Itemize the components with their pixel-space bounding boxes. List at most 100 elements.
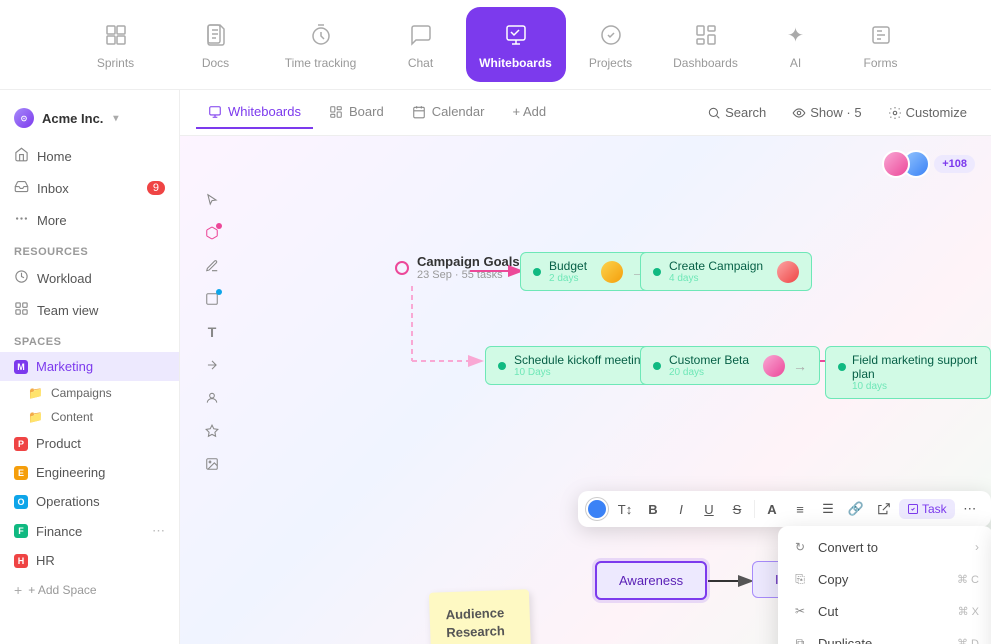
shape-tool[interactable] [198, 219, 226, 247]
sidebar-item-engineering[interactable]: E Engineering [0, 458, 179, 487]
select-tool[interactable] [198, 186, 226, 214]
square-tool[interactable] [198, 285, 226, 313]
ai-icon: ✦ [780, 19, 812, 51]
workspace-selector[interactable]: ⊙ Acme Inc. ▾ [0, 102, 179, 140]
campaign-goals-title: Campaign Goals [417, 254, 520, 269]
more-label: More [37, 213, 67, 228]
home-label: Home [37, 149, 72, 164]
tab-add[interactable]: + Add [500, 96, 558, 129]
nav-label-whiteboards: Whiteboards [479, 56, 552, 70]
sidebar-item-marketing[interactable]: M Marketing [0, 352, 179, 381]
text-tool[interactable]: T [198, 318, 226, 346]
ctx-duplicate[interactable]: ⧉ Duplicate ⌘ D [778, 627, 991, 644]
show-icon [792, 106, 806, 120]
customer-beta-sub: 20 days [669, 367, 749, 378]
customer-beta-node[interactable]: Customer Beta 20 days → [640, 346, 820, 385]
tab-board[interactable]: Board [317, 96, 396, 129]
folder-icon-2: 📁 [28, 410, 43, 424]
create-campaign-node[interactable]: Create Campaign 4 days [640, 252, 812, 291]
home-icon [14, 147, 29, 165]
customize-btn[interactable]: Customize [880, 101, 975, 124]
nav-item-ai[interactable]: ✦ AI [756, 11, 836, 78]
sidebar-item-product[interactable]: P Product [0, 429, 179, 458]
nav-item-projects[interactable]: Projects [566, 11, 656, 78]
nav-item-whiteboards[interactable]: Whiteboards [466, 7, 566, 82]
bold-btn[interactable]: B [640, 496, 666, 522]
more-icon [14, 211, 29, 229]
nav-item-time-tracking[interactable]: Time tracking [266, 11, 376, 78]
embed-btn[interactable] [871, 496, 897, 522]
ctx-convert-label: Convert to [818, 540, 878, 555]
connector-tool[interactable] [198, 351, 226, 379]
whiteboard-canvas[interactable]: +108 T [180, 136, 991, 644]
nav-item-sprints[interactable]: Sprints [66, 11, 166, 78]
budget-node[interactable]: Budget 2 days → [520, 252, 658, 291]
whiteboard-tab-icon [208, 105, 222, 119]
ctx-copy[interactable]: ⎘ Copy ⌘ C [778, 563, 991, 595]
nav-label-ai: AI [790, 56, 801, 70]
field-marketing-node[interactable]: Field marketing support plan 10 days [825, 346, 991, 399]
star-tool[interactable] [198, 417, 226, 445]
ctx-copy-label: Copy [818, 572, 848, 587]
search-btn[interactable]: Search [699, 101, 774, 124]
canvas-toolbar: T [198, 186, 226, 478]
nav-item-docs[interactable]: Docs [166, 11, 266, 78]
avatar-count: +108 [934, 155, 975, 173]
sidebar-item-home[interactable]: Home [0, 140, 179, 172]
italic-btn[interactable]: I [668, 496, 694, 522]
schedule-kickoff-sub: 10 Days [514, 367, 647, 378]
audience-research-sticky[interactable]: AudienceResearch [429, 589, 531, 644]
sidebar-item-inbox[interactable]: Inbox 9 [0, 172, 179, 204]
people-tool[interactable] [198, 384, 226, 412]
dashboards-icon [690, 19, 722, 51]
task-btn-label: Task [922, 502, 947, 516]
align-btn[interactable]: ≡ [787, 496, 813, 522]
add-space-btn[interactable]: + + Add Space [0, 575, 179, 605]
tab-calendar[interactable]: Calendar [400, 96, 497, 129]
nav-item-dashboards[interactable]: Dashboards [656, 11, 756, 78]
pen-tool[interactable] [198, 252, 226, 280]
sidebar-subitem-campaigns[interactable]: 📁 Campaigns [0, 381, 179, 405]
link-btn[interactable]: 🔗 [843, 496, 869, 522]
text-style-btn[interactable]: T↕ [612, 496, 638, 522]
more-options-btn[interactable]: ⋯ [957, 496, 983, 522]
tab-whiteboards[interactable]: Whiteboards [196, 96, 313, 129]
content-label: Content [51, 410, 93, 424]
image-tool[interactable] [198, 450, 226, 478]
nav-item-chat[interactable]: Chat [376, 11, 466, 78]
ctx-convert-to[interactable]: ↻ Convert to › [778, 531, 991, 563]
duplicate-shortcut: ⌘ D [957, 637, 979, 644]
search-label: Search [725, 105, 766, 120]
cut-shortcut: ⌘ X [958, 605, 979, 618]
underline-btn[interactable]: U [696, 496, 722, 522]
arrow-right-icon-3: → [793, 358, 807, 374]
context-menu: ↻ Convert to › ⎘ Copy ⌘ C ✂ Cut ⌘ X ⧉ Du… [778, 526, 991, 644]
sidebar-item-operations[interactable]: O Operations [0, 487, 179, 516]
awareness-node[interactable]: Awareness [595, 561, 707, 600]
task-type-btn[interactable]: Task [899, 499, 955, 519]
list-btn[interactable]: ☰ [815, 496, 841, 522]
ctx-duplicate-label: Duplicate [818, 636, 872, 644]
nav-item-forms[interactable]: Forms [836, 11, 926, 78]
sidebar-subitem-content[interactable]: 📁 Content [0, 405, 179, 429]
folder-icon: 📁 [28, 386, 43, 400]
show-btn[interactable]: Show · 5 [784, 101, 869, 124]
sidebar-item-hr[interactable]: H HR [0, 546, 179, 575]
task-icon [907, 503, 919, 515]
font-color-btn[interactable]: A [759, 496, 785, 522]
sidebar-item-workload[interactable]: Workload [0, 262, 179, 294]
ctx-cut[interactable]: ✂ Cut ⌘ X [778, 595, 991, 627]
finance-label: Finance [36, 524, 82, 539]
workspace-name: Acme Inc. [42, 111, 103, 126]
sidebar-item-team-view[interactable]: Team view [0, 294, 179, 326]
sidebar-item-more[interactable]: More [0, 204, 179, 236]
time-tracking-icon [305, 19, 337, 51]
spaces-section: Spaces [0, 326, 179, 352]
sidebar-item-finance[interactable]: F Finance ⋯ [0, 516, 179, 546]
budget-sub: 2 days [549, 273, 587, 284]
color-picker-btn[interactable] [586, 498, 608, 520]
strikethrough-btn[interactable]: S [724, 496, 750, 522]
nav-label-docs: Docs [202, 56, 229, 70]
workspace-icon: ⊙ [14, 108, 34, 128]
forms-icon [865, 19, 897, 51]
